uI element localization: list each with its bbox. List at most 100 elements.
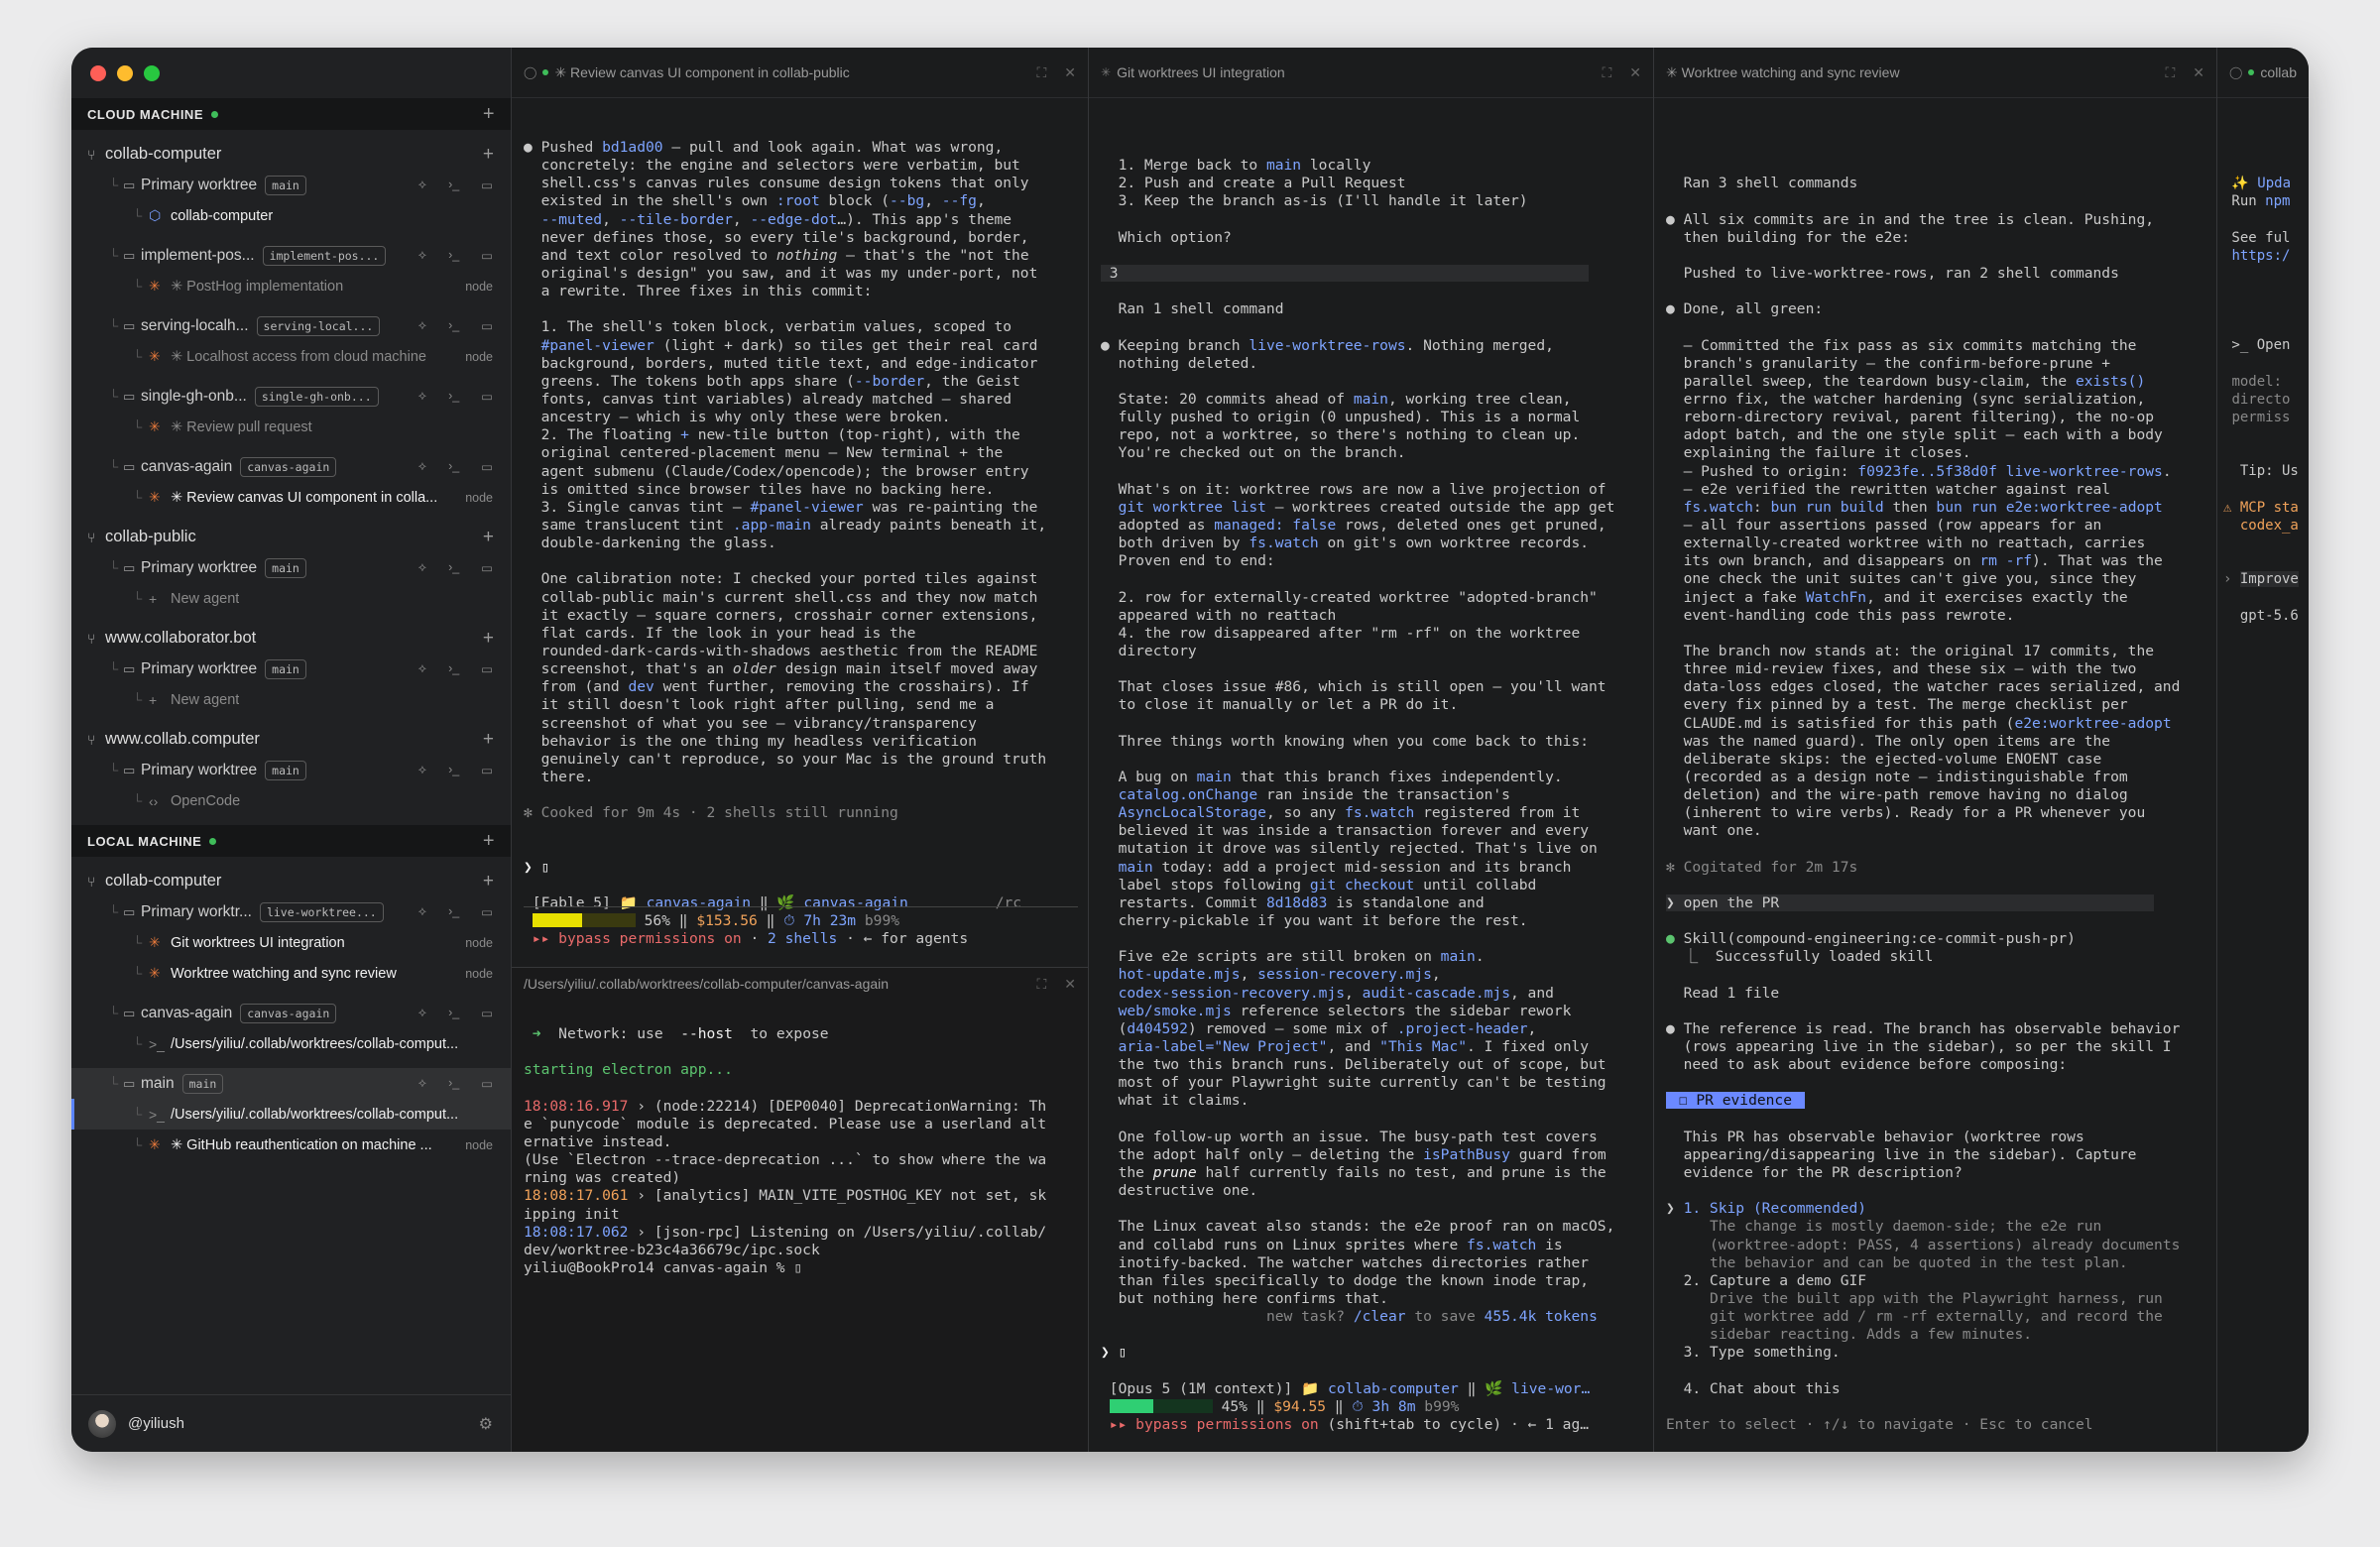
add-icon[interactable]: + [483, 103, 495, 126]
terminal-icon[interactable]: ›_ [448, 1006, 459, 1020]
agent-item[interactable]: └ + New agent [71, 583, 511, 614]
minimize-window-button[interactable] [117, 64, 133, 81]
folder-open-icon[interactable]: ▭ [481, 459, 493, 474]
worktree-row[interactable]: └ ▭ main main ⟡ ›_ ▭ [71, 1068, 511, 1099]
worktree-row[interactable]: └ ▭ Primary worktree main ⟡ ›_ ▭ [71, 552, 511, 583]
close-icon[interactable]: ✕ [1064, 976, 1076, 993]
terminal-icon[interactable]: ›_ [448, 178, 459, 192]
folder-open-icon[interactable]: ▭ [481, 1006, 493, 1020]
transcript-line: AsyncLocalStorage, so any fs.watch regis… [1118, 804, 1581, 822]
agent-item[interactable]: └ + New agent [71, 684, 511, 715]
agent-transcript[interactable]: 1. Merge back to main locally 2. Push an… [1101, 139, 1643, 1434]
worktree-row[interactable]: └ ▭ canvas-again canvas-again ⟡ ›_ ▭ [71, 998, 511, 1028]
expand-icon[interactable]: ⛶ [1036, 64, 1046, 81]
worktree-row[interactable]: └ ▭ Primary worktree main ⟡ ›_ ▭ [71, 755, 511, 785]
agent-item[interactable]: └ ✳ ✳ Review pull request [71, 412, 511, 442]
worktree-row[interactable]: └ ▭ Primary worktr... live-worktree... ⟡ ›_ ▭ [71, 896, 511, 927]
terminal-icon[interactable]: ›_ [448, 560, 459, 575]
worktree-row[interactable]: └ ▭ implement-pos... implement-pos... ⟡ ›_ ▭ [71, 240, 511, 271]
terminal-icon[interactable]: ›_ [448, 763, 459, 777]
shell-output[interactable]: ➜ Network: use --host to expose starting… [524, 1008, 1078, 1277]
terminal-icon[interactable]: ›_ [448, 318, 459, 333]
folder-open-icon[interactable]: ▭ [481, 389, 493, 404]
worktree-row[interactable]: └ ▭ Primary worktree main ⟡ ›_ ▭ [71, 170, 511, 200]
close-window-button[interactable] [90, 64, 106, 81]
repo-row[interactable]: ⑂ collab-computer + [71, 139, 511, 170]
diff-icon[interactable]: ⟡ [418, 248, 426, 263]
folder-open-icon[interactable]: ▭ [481, 661, 493, 676]
diff-icon[interactable]: ⟡ [418, 1076, 426, 1091]
agent-transcript[interactable]: Ran 3 shell commands ● All six commits a… [1666, 139, 2206, 1434]
transcript-line [1101, 570, 1643, 588]
agent-item[interactable]: └ ‹› OpenCode [71, 785, 511, 816]
agent-item[interactable]: └ ✳ ✳ GitHub reauthentication on machine .… [71, 1130, 511, 1160]
close-icon[interactable]: ✕ [1064, 64, 1076, 81]
diff-icon[interactable]: ⟡ [418, 178, 426, 192]
tree-branch-icon: └ [109, 389, 119, 404]
repo-row[interactable]: ⑂ www.collab.computer + [71, 724, 511, 755]
folder-open-icon[interactable]: ▭ [481, 178, 493, 192]
diff-icon[interactable]: ⟡ [418, 389, 426, 404]
close-icon[interactable]: ✕ [1629, 64, 1641, 81]
close-icon[interactable]: ✕ [2193, 64, 2204, 81]
add-worktree-icon[interactable]: + [483, 144, 494, 166]
diff-icon[interactable]: ⟡ [418, 1006, 426, 1020]
repo-name: collab-public [105, 528, 196, 545]
agent-item[interactable]: └ ✳ Git worktrees UI integration node [71, 927, 511, 958]
agent-item[interactable]: └ ✳ ✳ Review canvas UI component in colla.… [71, 482, 511, 513]
terminal-icon[interactable]: ›_ [448, 248, 459, 263]
expand-icon[interactable]: ⛶ [1602, 64, 1611, 81]
agent-item[interactable]: └ ⬡ collab-computer [71, 200, 511, 231]
transcript-line: 3. Type something. [1666, 1344, 1841, 1362]
repo-row[interactable]: ⑂ collab-public + [71, 522, 511, 552]
diff-icon[interactable]: ⟡ [418, 661, 426, 676]
agent-item[interactable]: └ ✳ ✳ PostHog implementation node [71, 271, 511, 301]
agent-label: /Users/yiliu/.collab/worktrees/collab-co… [171, 1035, 459, 1052]
terminal-icon[interactable]: ›_ [448, 1076, 459, 1091]
section-title: LOCAL MACHINE [87, 833, 202, 849]
transcript-line [1666, 912, 2206, 930]
folder-open-icon[interactable]: ▭ [481, 763, 493, 777]
runtime-badge: node [465, 966, 493, 981]
expand-icon[interactable]: ⛶ [1036, 976, 1046, 993]
agent-item[interactable]: └ >_ /Users/yiliu/.collab/worktrees/collab… [71, 1028, 511, 1059]
zoom-window-button[interactable] [144, 64, 160, 81]
folder-open-icon[interactable]: ▭ [481, 248, 493, 263]
add-worktree-icon[interactable]: + [483, 871, 494, 892]
diff-icon[interactable]: ⟡ [418, 318, 426, 333]
tree-branch-icon: └ [109, 763, 119, 777]
terminal-icon[interactable]: ›_ [448, 661, 459, 676]
terminal-icon[interactable]: ›_ [448, 389, 459, 404]
pane-header: ✳ Worktree watching and sync review ⛶ ✕ [1654, 48, 2216, 98]
add-worktree-icon[interactable]: + [483, 729, 494, 751]
diff-icon[interactable]: ⟡ [418, 459, 426, 474]
add-worktree-icon[interactable]: + [483, 527, 494, 548]
worktree-row[interactable]: └ ▭ canvas-again canvas-again ⟡ ›_ ▭ [71, 451, 511, 482]
terminal-icon[interactable]: ›_ [448, 459, 459, 474]
settings-gear-icon[interactable]: ⚙ [479, 1414, 493, 1434]
add-worktree-icon[interactable]: + [483, 628, 494, 650]
folder-open-icon[interactable]: ▭ [481, 1076, 493, 1091]
folder-open-icon[interactable]: ▭ [481, 560, 493, 575]
avatar[interactable] [88, 1409, 116, 1438]
diff-icon[interactable]: ⟡ [418, 560, 426, 575]
agent-item[interactable]: └ >_ /Users/yiliu/.collab/worktrees/collab… [71, 1099, 511, 1130]
diff-icon[interactable]: ⟡ [418, 763, 426, 777]
worktree-row[interactable]: └ ▭ single-gh-onb... single-gh-onb... ⟡ ›_ ▭ [71, 381, 511, 412]
worktree-row[interactable]: └ ▭ serving-localh... serving-local... ⟡ ›_ ▭ [71, 310, 511, 341]
agent-transcript[interactable]: ✨ Upda Run npm See ful https:/ >_ Open m… [2223, 157, 2299, 625]
repo-row[interactable]: ⑂ www.collaborator.bot + [71, 623, 511, 654]
terminal-icon[interactable]: ›_ [448, 904, 459, 919]
worktree-row[interactable]: └ ▭ Primary worktree main ⟡ ›_ ▭ [71, 654, 511, 684]
agent-transcript[interactable]: ● Pushed bd1ad00 — pull and look again. … [524, 139, 1078, 948]
repo-row[interactable]: ⑂ collab-computer + [71, 866, 511, 896]
folder-open-icon[interactable]: ▭ [481, 904, 493, 919]
folder-open-icon[interactable]: ▭ [481, 318, 493, 333]
transcript-line: 2. Capture a demo GIF [1666, 1271, 1867, 1289]
diff-icon[interactable]: ⟡ [418, 904, 426, 919]
add-icon[interactable]: + [483, 830, 495, 853]
agent-item[interactable]: └ ✳ Worktree watching and sync review node [71, 958, 511, 989]
agent-item[interactable]: └ ✳ ✳ Localhost access from cloud machine n… [71, 341, 511, 372]
expand-icon[interactable]: ⛶ [2165, 64, 2175, 81]
